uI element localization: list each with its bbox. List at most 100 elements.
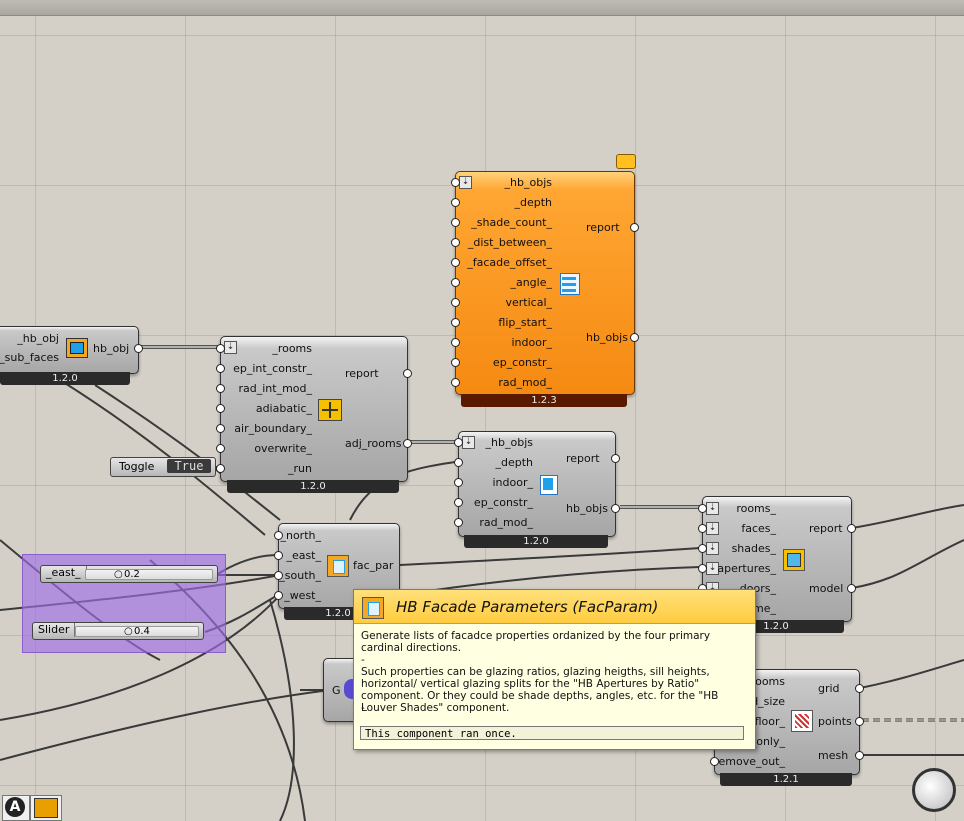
slider-track[interactable]: ○ 0.4	[75, 626, 199, 637]
output-port[interactable]	[855, 751, 864, 760]
output-port[interactable]	[847, 524, 856, 533]
graft-arrow-icon[interactable]: ⇣	[706, 522, 719, 535]
output-port[interactable]	[611, 454, 620, 463]
tooltip-header: HB Facade Parameters (FacParam)	[354, 590, 755, 624]
output-port[interactable]	[630, 333, 639, 342]
input-port[interactable]	[216, 384, 225, 393]
input-port[interactable]	[710, 757, 719, 766]
graft-arrow-icon[interactable]: ⇣	[459, 176, 472, 189]
hb-add-subface-component[interactable]: _hb_obj _sub_faces hb_obj	[0, 326, 143, 374]
input-label: _hb_objs	[485, 436, 533, 449]
output-label: report	[586, 221, 620, 234]
slider-value: 0.2	[124, 569, 140, 580]
graft-arrow-icon[interactable]: ⇣	[462, 436, 475, 449]
output-port[interactable]	[611, 504, 620, 513]
input-label: _shade_count_	[471, 216, 552, 229]
output-port[interactable]	[855, 684, 864, 693]
speaker-icon[interactable]	[30, 795, 62, 821]
output-label: grid	[818, 682, 840, 695]
output-port[interactable]	[134, 344, 143, 353]
input-port[interactable]	[698, 564, 707, 573]
facade-params-icon	[327, 555, 349, 577]
input-port[interactable]	[451, 278, 460, 287]
input-label: overwrite_	[254, 442, 312, 455]
output-port[interactable]	[630, 223, 639, 232]
input-port[interactable]	[216, 404, 225, 413]
slider-knob-icon[interactable]: ○	[124, 627, 133, 637]
hb-solve-adjacency-component[interactable]: ⇣ _rooms ep_int_constr_ rad_int_mod_ adi…	[216, 336, 412, 482]
slider-knob-icon[interactable]: ○	[114, 570, 123, 580]
input-label: _rooms	[272, 342, 312, 355]
input-label: apertures_	[717, 562, 776, 575]
input-port[interactable]	[451, 258, 460, 267]
hb-louver-shades-component[interactable]: ⇣ _hb_objs _depth _shade_count_ _dist_be…	[451, 171, 639, 395]
input-port[interactable]	[216, 344, 225, 353]
input-label: indoor_	[511, 336, 553, 349]
letter-a-icon[interactable]: A	[2, 795, 30, 821]
facade-params-icon	[362, 597, 384, 619]
output-port[interactable]	[855, 717, 864, 726]
boolean-toggle[interactable]: Toggle True	[110, 457, 216, 477]
input-port[interactable]	[451, 318, 460, 327]
input-label: vertical_	[505, 296, 552, 309]
graft-arrow-icon[interactable]: ⇣	[706, 502, 719, 515]
version-label: 1.2.3	[461, 394, 627, 407]
input-port[interactable]	[274, 591, 283, 600]
input-label: _angle_	[510, 276, 552, 289]
input-port[interactable]	[698, 544, 707, 553]
input-label: rad_mod_	[479, 516, 533, 529]
input-port[interactable]	[698, 524, 707, 533]
toggle-value[interactable]: True	[167, 459, 211, 473]
output-port[interactable]	[403, 439, 412, 448]
input-label: ep_constr_	[492, 356, 552, 369]
output-label: hb_objs	[566, 502, 608, 515]
input-port[interactable]	[451, 378, 460, 387]
input-port[interactable]	[454, 478, 463, 487]
input-port[interactable]	[451, 298, 460, 307]
output-port[interactable]	[403, 369, 412, 378]
input-port[interactable]	[454, 438, 463, 447]
graft-arrow-icon[interactable]: ⇣	[224, 341, 237, 354]
input-port[interactable]	[451, 358, 460, 367]
slider-name: Slider	[33, 623, 76, 637]
input-port[interactable]	[451, 178, 460, 187]
input-port[interactable]	[451, 198, 460, 207]
input-label: _south_	[279, 569, 321, 582]
speech-bubble-icon[interactable]	[616, 154, 636, 169]
input-label: rad_mod_	[498, 376, 552, 389]
input-port[interactable]	[274, 551, 283, 560]
input-port[interactable]	[451, 238, 460, 247]
input-label: faces_	[741, 522, 776, 535]
input-port[interactable]	[274, 531, 283, 540]
hb-extruded-border-component[interactable]: ⇣ _hb_objs _depth indoor_ ep_constr_ rad…	[454, 431, 620, 537]
input-label: _depth	[495, 456, 533, 469]
input-label: _dist_between_	[467, 236, 552, 249]
generic-slider[interactable]: Slider ○ 0.4	[32, 622, 204, 640]
input-port[interactable]	[454, 458, 463, 467]
input-port[interactable]	[216, 364, 225, 373]
grasshopper-canvas[interactable]: _east_ ○ 0.2 Slider ○ 0.4 Toggle True _h…	[0, 0, 964, 821]
input-label: _east_	[286, 549, 321, 562]
toggle-label: Toggle	[119, 460, 155, 473]
input-port[interactable]	[698, 504, 707, 513]
graft-arrow-icon[interactable]: ⇣	[706, 542, 719, 555]
version-label: 1.2.0	[227, 480, 399, 493]
input-port[interactable]	[451, 218, 460, 227]
input-port[interactable]	[454, 518, 463, 527]
input-port[interactable]	[216, 424, 225, 433]
compass-wheel-icon[interactable]	[912, 768, 956, 812]
input-port[interactable]	[451, 338, 460, 347]
input-port[interactable]	[454, 498, 463, 507]
model-cube-icon	[783, 549, 805, 571]
slider-value: 0.4	[134, 626, 150, 637]
output-port[interactable]	[847, 584, 856, 593]
output-label: hb_obj	[93, 342, 130, 355]
input-port[interactable]	[216, 464, 225, 473]
input-port[interactable]	[274, 571, 283, 580]
output-label: points	[818, 715, 852, 728]
input-label: adiabatic_	[255, 402, 312, 415]
east-slider[interactable]: _east_ ○ 0.2	[40, 565, 218, 583]
input-port[interactable]	[216, 444, 225, 453]
slider-track[interactable]: ○ 0.2	[85, 569, 213, 580]
input-label: rooms_	[736, 502, 776, 515]
